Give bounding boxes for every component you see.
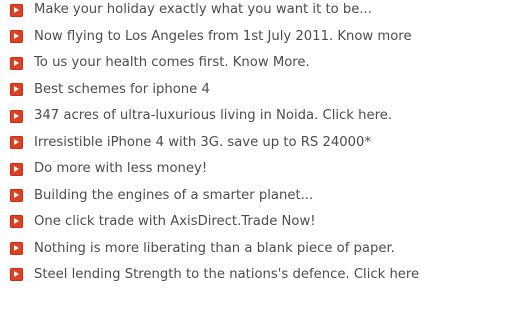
sponsored-links-list: Make your holiday exactly what you want … [0,0,526,311]
list-item[interactable]: Nothing is more liberating than a blank … [0,236,526,260]
list-item[interactable]: Irresistible iPhone 4 with 3G. save up t… [0,130,526,154]
arrow-right-icon [10,188,23,202]
sponsored-link[interactable]: Building the engines of a smarter planet… [34,189,313,202]
list-item[interactable]: Make your holiday exactly what you want … [0,0,526,22]
sponsored-link[interactable]: Irresistible iPhone 4 with 3G. save up t… [34,136,371,149]
sponsored-link[interactable]: Do more with less money! [34,162,207,175]
sponsored-link[interactable]: Now flying to Los Angeles from 1st July … [34,30,412,43]
arrow-right-icon [10,83,23,97]
arrow-right-icon [10,268,23,282]
arrow-right-icon [10,56,23,70]
arrow-right-icon [10,136,23,150]
sponsored-link[interactable]: Nothing is more liberating than a blank … [34,242,395,255]
arrow-right-icon [10,215,23,229]
list-item[interactable]: Steel lending Strength to the nations's … [0,263,526,287]
list-item[interactable]: 347 acres of ultra-luxurious living in N… [0,104,526,128]
list-item[interactable]: To us your health comes first. Know More… [0,51,526,75]
arrow-right-icon [10,241,23,255]
sponsored-link[interactable]: 347 acres of ultra-luxurious living in N… [34,109,392,122]
sponsored-link[interactable]: One click trade with AxisDirect.Trade No… [34,215,316,228]
arrow-right-icon [10,162,23,176]
list-item[interactable]: Best schemes for iphone 4 [0,77,526,101]
arrow-right-icon [10,3,23,17]
sponsored-link[interactable]: Make your holiday exactly what you want … [34,3,372,16]
sponsored-link[interactable]: Steel lending Strength to the nations's … [34,268,419,281]
list-item[interactable]: Now flying to Los Angeles from 1st July … [0,24,526,48]
list-item[interactable]: Building the engines of a smarter planet… [0,183,526,207]
arrow-right-icon [10,30,23,44]
sponsored-link[interactable]: To us your health comes first. Know More… [34,56,310,69]
list-item[interactable]: Do more with less money! [0,157,526,181]
list-item[interactable]: One click trade with AxisDirect.Trade No… [0,210,526,234]
sponsored-link[interactable]: Best schemes for iphone 4 [34,83,210,96]
arrow-right-icon [10,109,23,123]
